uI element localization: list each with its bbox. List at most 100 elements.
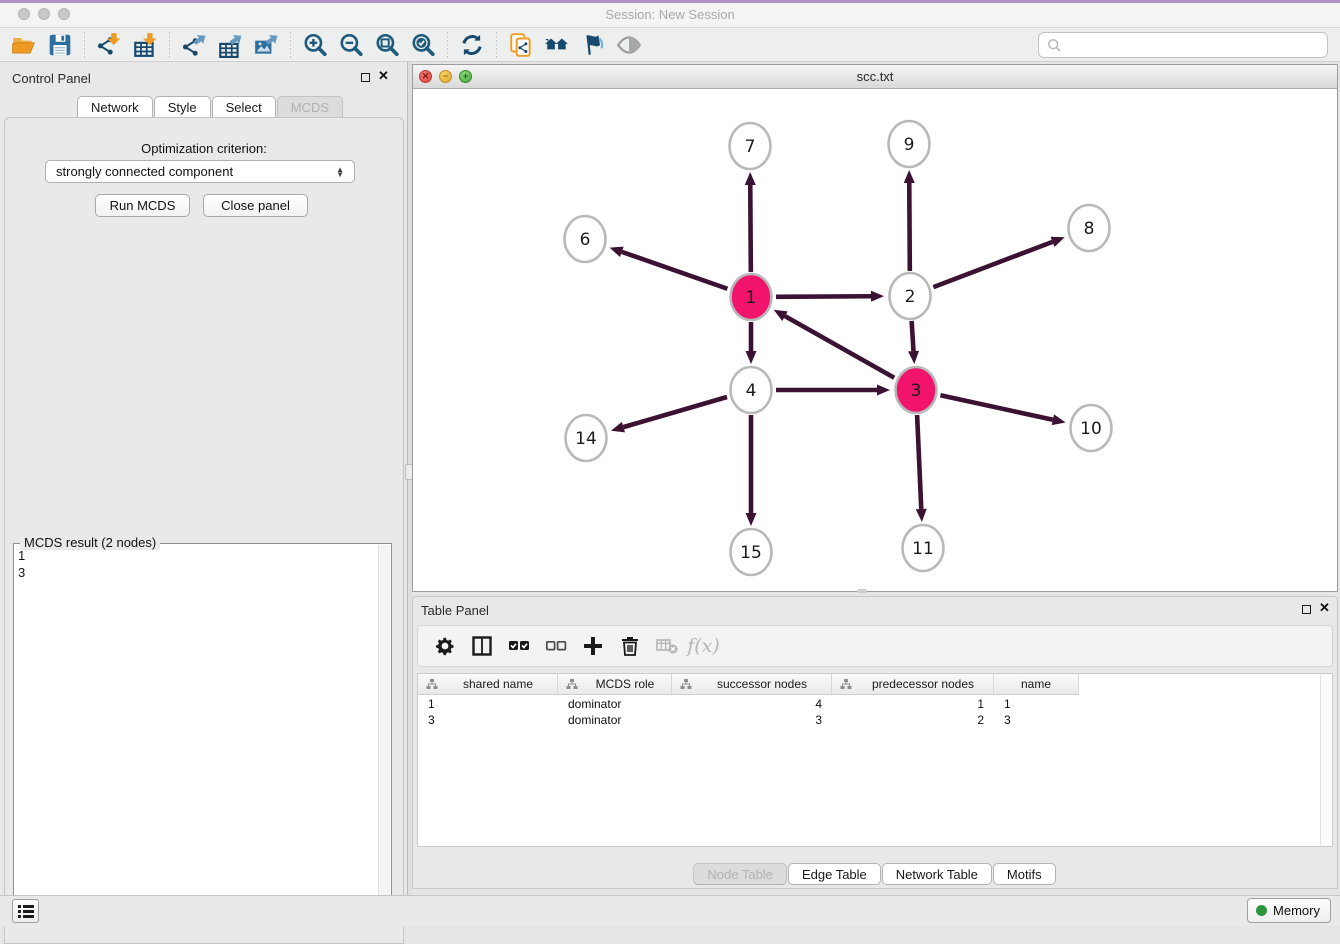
toggle-details-icon[interactable] [575, 30, 611, 60]
edge-arrow-2-8 [1051, 237, 1065, 247]
table-toolbar: f(x) [417, 625, 1333, 667]
graph-node-14[interactable]: 14 [566, 415, 607, 461]
task-list-icon [18, 904, 34, 918]
graph-node-7[interactable]: 7 [730, 123, 771, 169]
share-network-icon[interactable] [503, 30, 539, 60]
edge-2-3[interactable] [912, 321, 914, 351]
table-row[interactable]: 1dominator411 [418, 696, 1079, 712]
delete-icon[interactable] [611, 631, 648, 661]
edge-arrow-4-3 [877, 385, 890, 396]
table-float-panel-icon[interactable] [1302, 605, 1311, 614]
network-resize-grip[interactable] [857, 589, 867, 593]
table-cell[interactable]: 1 [994, 696, 1079, 712]
tab-style[interactable]: Style [154, 96, 211, 117]
graph-node-8[interactable]: 8 [1069, 205, 1110, 251]
tab-edge-table[interactable]: Edge Table [788, 863, 881, 885]
column-header-MCDS-role[interactable]: MCDS role [558, 674, 672, 694]
edge-3-1[interactable] [785, 316, 894, 378]
tab-network-table[interactable]: Network Table [882, 863, 992, 885]
node-table[interactable]: shared nameMCDS rolesuccessor nodesprede… [417, 673, 1333, 847]
table-cell[interactable]: 2 [832, 712, 994, 728]
table-cell[interactable]: 4 [672, 696, 832, 712]
graph-node-1[interactable]: 1 [731, 274, 772, 320]
edge-2-9[interactable] [909, 183, 910, 271]
ndex-home-icon[interactable] [539, 30, 575, 60]
column-layout-icon[interactable] [463, 631, 500, 661]
table-cell[interactable]: 3 [994, 712, 1079, 728]
svg-text:14: 14 [575, 429, 597, 449]
criterion-dropdown[interactable]: strongly connected component ▲▼ [45, 160, 355, 183]
edge-1-2[interactable] [776, 296, 871, 297]
edge-1-6[interactable] [622, 252, 728, 289]
export-network-icon[interactable] [176, 30, 212, 60]
edge-3-11[interactable] [917, 415, 921, 509]
run-mcds-button[interactable]: Run MCDS [95, 194, 190, 217]
table-panel-title: Table Panel [421, 603, 489, 618]
select-all-icon[interactable] [500, 631, 537, 661]
zoom-in-icon[interactable] [297, 30, 333, 60]
deselect-all-icon[interactable] [537, 631, 574, 661]
task-history-button[interactable] [12, 899, 39, 923]
edge-2-8[interactable] [933, 242, 1052, 287]
settings-icon[interactable] [426, 631, 463, 661]
table-cell[interactable]: 3 [672, 712, 832, 728]
column-header-predecessor-nodes[interactable]: predecessor nodes [832, 674, 994, 694]
edge-4-14[interactable] [623, 397, 727, 427]
table-close-panel-icon[interactable]: ✕ [1319, 601, 1330, 615]
tab-select[interactable]: Select [212, 96, 276, 117]
edge-1-7[interactable] [750, 185, 751, 272]
table-cell[interactable]: dominator [558, 712, 672, 728]
close-panel-button[interactable]: Close panel [203, 194, 308, 217]
tab-mcds[interactable]: MCDS [277, 96, 343, 117]
export-table-icon[interactable] [212, 30, 248, 60]
tab-node-table[interactable]: Node Table [693, 863, 787, 885]
mcds-result-text[interactable]: 1 3 [18, 547, 25, 581]
save-session-icon[interactable] [42, 30, 78, 60]
graph-node-4[interactable]: 4 [731, 367, 772, 413]
edge-arrow-3-11 [916, 509, 927, 522]
memory-button[interactable]: Memory [1247, 898, 1331, 923]
network-view-window: ✕ − + scc.txt 7 9 6 8 1 2 4 3 14 10 15 11 [412, 64, 1338, 592]
zoom-out-icon[interactable] [333, 30, 369, 60]
table-cell[interactable]: 1 [418, 696, 558, 712]
toolbar-separator [290, 32, 291, 58]
graph-node-2[interactable]: 2 [890, 273, 931, 319]
export-image-icon[interactable] [248, 30, 284, 60]
zoom-selected-icon[interactable] [405, 30, 441, 60]
graph-node-3[interactable]: 3 [896, 367, 937, 413]
column-header-name[interactable]: name [994, 674, 1079, 694]
graph-node-10[interactable]: 10 [1071, 405, 1112, 451]
edge-3-10[interactable] [940, 395, 1052, 419]
add-icon[interactable] [574, 631, 611, 661]
graph-node-6[interactable]: 6 [565, 216, 606, 262]
search-input[interactable] [1062, 35, 1327, 55]
zoom-fit-icon[interactable] [369, 30, 405, 60]
table-cell[interactable]: 1 [832, 696, 994, 712]
show-hide-icon[interactable] [611, 30, 647, 60]
result-scrollbar[interactable] [378, 545, 390, 923]
table-scrollbar[interactable] [1320, 674, 1332, 846]
table-row[interactable]: 3dominator323 [418, 712, 1079, 728]
svg-text:1: 1 [746, 288, 757, 308]
float-panel-icon[interactable] [361, 73, 370, 82]
import-network-icon[interactable] [91, 30, 127, 60]
table-cell[interactable]: dominator [558, 696, 672, 712]
tab-motifs[interactable]: Motifs [993, 863, 1056, 885]
network-graph[interactable]: 7 9 6 8 1 2 4 3 14 10 15 11 [413, 89, 1337, 591]
network-window-titlebar[interactable]: ✕ − + scc.txt [413, 65, 1337, 89]
table-cell[interactable]: 3 [418, 712, 558, 728]
tab-network[interactable]: Network [77, 96, 153, 117]
search-field[interactable] [1038, 32, 1328, 58]
network-canvas[interactable]: 7 9 6 8 1 2 4 3 14 10 15 11 [413, 89, 1337, 591]
graph-node-15[interactable]: 15 [731, 529, 772, 575]
column-header-successor-nodes[interactable]: successor nodes [672, 674, 832, 694]
graph-node-11[interactable]: 11 [903, 525, 944, 571]
import-table-icon[interactable] [127, 30, 163, 60]
column-header-shared-name[interactable]: shared name [418, 674, 558, 694]
graph-node-9[interactable]: 9 [889, 121, 930, 167]
close-panel-icon[interactable]: ✕ [378, 69, 389, 83]
open-session-icon[interactable] [6, 30, 42, 60]
mcds-tab-content: Optimization criterion: strongly connect… [4, 117, 404, 944]
edge-arrow-1-2 [871, 291, 884, 302]
refresh-icon[interactable] [454, 30, 490, 60]
